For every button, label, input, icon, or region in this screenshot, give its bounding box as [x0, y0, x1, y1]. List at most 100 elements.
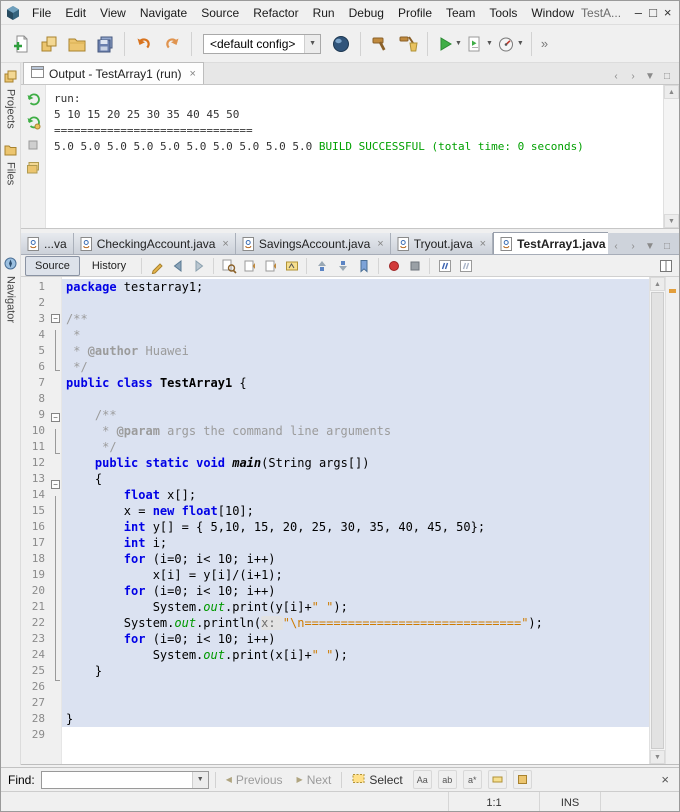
undo-button[interactable]: [130, 30, 158, 58]
navigator-dock-tab[interactable]: Navigator: [1, 257, 20, 323]
find-next-button[interactable]: ▶ Next: [293, 773, 336, 787]
code-editor[interactable]: package testarray1; /** * * @author Huawe…: [62, 277, 649, 764]
forward-icon[interactable]: [189, 257, 208, 275]
editor-tab-tryout-java[interactable]: Tryout.java ×: [390, 233, 494, 254]
last-edit-icon[interactable]: [147, 257, 166, 275]
files-dock-tab[interactable]: Files: [1, 136, 20, 192]
menu-edit[interactable]: Edit: [58, 3, 93, 23]
output-settings-icon[interactable]: [24, 159, 42, 177]
code-line[interactable]: x = new float[10];: [62, 503, 649, 519]
code-line[interactable]: public class TestArray1 {: [62, 375, 649, 391]
output-scrollbar[interactable]: ▲ ▼: [663, 85, 679, 228]
menu-run[interactable]: Run: [306, 3, 342, 23]
find-previous-icon[interactable]: [240, 257, 259, 275]
menu-navigate[interactable]: Navigate: [133, 3, 194, 23]
tab-close-icon[interactable]: ×: [222, 238, 228, 250]
menu-profile[interactable]: Profile: [391, 3, 439, 23]
tab-close-icon[interactable]: ×: [480, 238, 486, 250]
debug-project-button[interactable]: ▼: [464, 30, 495, 58]
code-line[interactable]: * @param args the command line arguments: [62, 423, 649, 439]
editor-tab-va[interactable]: ...va: [21, 233, 74, 254]
stop-macro-icon[interactable]: [405, 257, 424, 275]
tab-close-icon[interactable]: ×: [377, 238, 383, 250]
maximize-panel-icon[interactable]: □: [659, 238, 675, 254]
output-tab-close-icon[interactable]: ×: [190, 68, 196, 80]
code-line[interactable]: public static void main(String args[]): [62, 455, 649, 471]
code-line[interactable]: package testarray1;: [62, 279, 649, 295]
output-tab[interactable]: Output - TestArray1 (run) ×: [23, 62, 204, 84]
code-line[interactable]: System.out.print(y[i]+" ");: [62, 599, 649, 615]
comment-icon[interactable]: [435, 257, 454, 275]
toggle-highlight-icon[interactable]: [282, 257, 301, 275]
menu-source[interactable]: Source: [194, 3, 246, 23]
find-next-icon[interactable]: [261, 257, 280, 275]
split-document-icon[interactable]: [656, 257, 675, 275]
code-line[interactable]: [62, 695, 649, 711]
code-line[interactable]: *: [62, 327, 649, 343]
code-line[interactable]: float x[];: [62, 487, 649, 503]
fold-start-marker[interactable]: −: [49, 314, 61, 330]
find-select-button[interactable]: Select: [348, 772, 406, 788]
find-selection-icon[interactable]: [219, 257, 238, 275]
highlight-results-icon[interactable]: [487, 770, 507, 789]
code-line[interactable]: }: [62, 663, 649, 679]
scroll-up-icon[interactable]: ▲: [664, 85, 679, 99]
minimize-button[interactable]: –: [631, 2, 646, 24]
globe-icon[interactable]: [327, 30, 355, 58]
code-line[interactable]: System.out.println(x: "\n===============…: [62, 615, 649, 631]
menu-team[interactable]: Team: [439, 3, 482, 23]
tab-list-icon[interactable]: ▼: [642, 238, 658, 254]
projects-dock-tab[interactable]: Projects: [1, 63, 20, 136]
code-line[interactable]: System.out.print(x[i]+" ");: [62, 647, 649, 663]
rerun-with-options-icon[interactable]: [24, 113, 42, 131]
maximize-button[interactable]: □: [646, 2, 661, 24]
code-line[interactable]: [62, 727, 649, 743]
previous-bookmark-icon[interactable]: [312, 257, 331, 275]
editor-tab-checkingaccount-java[interactable]: CheckingAccount.java ×: [73, 233, 236, 254]
profile-project-button[interactable]: ▼: [495, 30, 526, 58]
open-project-button[interactable]: [63, 30, 91, 58]
editor-scrollbar-track[interactable]: [650, 291, 665, 750]
rerun-icon[interactable]: [24, 90, 42, 108]
uncomment-icon[interactable]: [456, 257, 475, 275]
redo-button[interactable]: [158, 30, 186, 58]
menu-debug[interactable]: Debug: [342, 3, 391, 23]
menu-view[interactable]: View: [93, 3, 133, 23]
output-scrollbar-track[interactable]: [664, 99, 679, 214]
next-bookmark-icon[interactable]: [333, 257, 352, 275]
history-view-button[interactable]: History: [82, 256, 136, 276]
code-line[interactable]: [62, 391, 649, 407]
scroll-tabs-left-icon[interactable]: ‹: [608, 238, 624, 254]
editor-tab-testarray1-java[interactable]: TestArray1.java×: [493, 232, 608, 254]
code-line[interactable]: }: [62, 711, 649, 727]
code-line[interactable]: int y[] = { 5,10, 15, 20, 25, 30, 35, 40…: [62, 519, 649, 535]
find-input[interactable]: ▼: [40, 770, 209, 789]
chevron-down-icon[interactable]: ▼: [191, 771, 208, 788]
code-line[interactable]: [62, 295, 649, 311]
editor-tab-savingsaccount-java[interactable]: SavingsAccount.java ×: [235, 233, 391, 254]
search-history-icon[interactable]: [512, 770, 532, 789]
clean-build-button[interactable]: [394, 30, 422, 58]
code-line[interactable]: /**: [62, 311, 649, 327]
scroll-tabs-right-icon[interactable]: ›: [625, 68, 641, 84]
scroll-down-icon[interactable]: ▼: [650, 750, 665, 764]
find-bar-close-icon[interactable]: ×: [658, 772, 672, 787]
scroll-tabs-right-icon[interactable]: ›: [625, 238, 641, 254]
scrollbar-thumb[interactable]: [651, 292, 664, 749]
fold-start-marker[interactable]: −: [49, 480, 61, 496]
run-project-button[interactable]: ▼: [433, 30, 464, 58]
scroll-down-icon[interactable]: ▼: [664, 214, 679, 228]
editor-scrollbar[interactable]: ▲ ▼: [649, 277, 665, 764]
tab-list-icon[interactable]: ▼: [642, 68, 658, 84]
regex-icon[interactable]: a*: [462, 770, 482, 789]
code-line[interactable]: int i;: [62, 535, 649, 551]
code-line[interactable]: for (i=0; i< 10; i++): [62, 551, 649, 567]
output-text[interactable]: run: 5 10 15 20 25 30 35 40 45 50 ========…: [46, 85, 663, 228]
code-line[interactable]: {: [62, 471, 649, 487]
maximize-panel-icon[interactable]: □: [659, 68, 675, 84]
toolbar-overflow-icon[interactable]: »: [537, 36, 552, 51]
source-view-button[interactable]: Source: [25, 255, 80, 276]
code-line[interactable]: */: [62, 359, 649, 375]
code-line[interactable]: x[i] = y[i]/(i+1);: [62, 567, 649, 583]
code-line[interactable]: * @author Huawei: [62, 343, 649, 359]
